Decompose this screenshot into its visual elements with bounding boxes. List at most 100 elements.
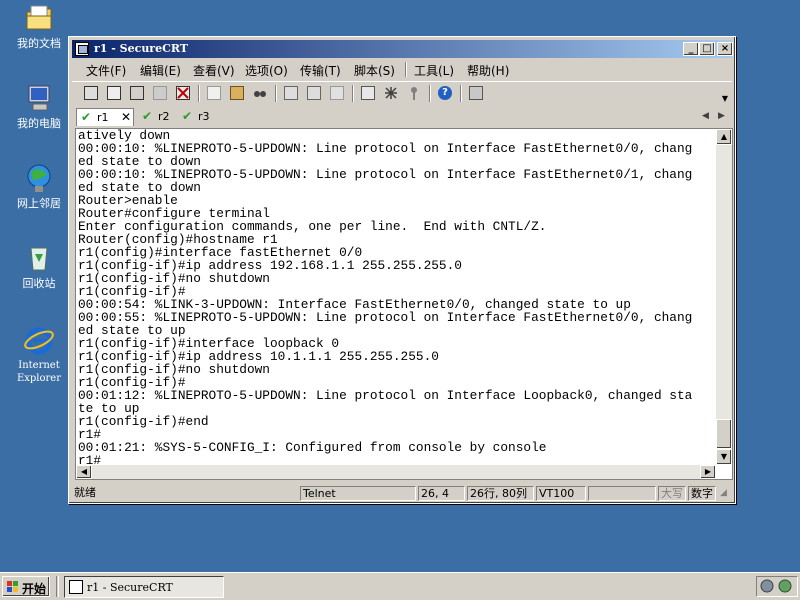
connect-icon[interactable]: [82, 84, 100, 102]
scroll-right-icon[interactable]: ▶: [700, 465, 716, 479]
app-icon: [75, 42, 89, 56]
desktop-icon-internet-explorer[interactable]: Internet Explorer: [8, 324, 70, 385]
menu-tools[interactable]: 工具(L): [414, 62, 454, 79]
resize-grip-icon[interactable]: ◢: [720, 488, 727, 498]
scroll-thumb[interactable]: [716, 419, 732, 449]
menu-options[interactable]: 选项(O): [245, 62, 288, 79]
network-icon: [23, 162, 55, 194]
toolbar-separator: [460, 85, 462, 102]
menu-help[interactable]: 帮助(H): [467, 62, 509, 79]
terminal-line: r1(config-if)#end: [78, 414, 209, 429]
tray-status-icon[interactable]: [778, 579, 792, 596]
close-button[interactable]: ×: [717, 42, 733, 56]
status-protocol: Telnet: [300, 486, 416, 501]
tab-r3[interactable]: ✔ r3: [178, 108, 218, 126]
help-icon[interactable]: ?: [436, 84, 454, 102]
desktop-icon-label: 回收站: [22, 277, 56, 290]
log-icon[interactable]: [467, 84, 485, 102]
securecrt-window: r1 - SecureCRT _ □ × 文件(F) 编辑(E) 查看(V) 选…: [68, 36, 736, 504]
reconnect-icon[interactable]: [151, 84, 169, 102]
paste-icon[interactable]: [228, 84, 246, 102]
session-tab-bar: ✔ r1 ✕ ✔ r2 ✔ r3 ◀ ▶: [72, 107, 732, 127]
quick-connect-icon[interactable]: [105, 84, 123, 102]
menu-edit[interactable]: 编辑(E): [140, 62, 181, 79]
tab-r1[interactable]: ✔ r1 ✕: [76, 108, 134, 126]
status-blank: [588, 486, 656, 501]
tab-scroll-right-icon[interactable]: ▶: [718, 111, 725, 121]
toolbar-separator: [352, 85, 354, 102]
toolbar-separator: [429, 85, 431, 102]
window-titlebar[interactable]: r1 - SecureCRT _ □ ×: [72, 40, 733, 58]
horizontal-scrollbar[interactable]: ◀ ▶: [76, 465, 716, 479]
desktop-icon-my-documents[interactable]: 我的文档: [8, 2, 70, 50]
global-options-icon[interactable]: [382, 84, 400, 102]
tab-label: r1: [97, 111, 109, 124]
maximize-button[interactable]: □: [699, 42, 715, 56]
toolbar-separator: [275, 85, 277, 102]
terminal-line: r1#: [78, 453, 102, 465]
scroll-left-icon[interactable]: ◀: [76, 465, 92, 479]
desktop-icon-label: 网上邻居: [17, 197, 61, 210]
desktop-icon-label: Internet Explorer: [16, 360, 62, 384]
minimize-button[interactable]: _: [683, 42, 699, 56]
recycle-bin-icon: [23, 242, 55, 274]
menu-transfer[interactable]: 传输(T): [300, 62, 341, 79]
terminal-line: 00:01:21: %SYS-5-CONFIG_I: Configured fr…: [78, 440, 547, 455]
status-terminal-size: 26行, 80列: [467, 486, 534, 501]
window-title: r1 - SecureCRT: [94, 42, 188, 55]
tray-network-icon[interactable]: [760, 579, 774, 596]
desktop-icon-my-computer[interactable]: 我的电脑: [8, 82, 70, 130]
find-icon[interactable]: [251, 84, 269, 102]
menu-file[interactable]: 文件(F): [86, 62, 126, 79]
status-num: 数字: [688, 486, 716, 501]
print-setup-icon[interactable]: [282, 84, 300, 102]
computer-icon: [23, 82, 55, 114]
copy-icon[interactable]: [205, 84, 223, 102]
disconnect-icon[interactable]: [174, 84, 192, 102]
status-bar: 就绪 Telnet 26, 4 26行, 80列 VT100 大写 数字 ◢: [72, 484, 732, 503]
scroll-up-icon[interactable]: ▲: [716, 129, 732, 145]
tab-label: r2: [158, 110, 170, 123]
start-label: 开始: [22, 582, 47, 596]
tab-close-icon[interactable]: ✕: [121, 110, 131, 124]
menu-script[interactable]: 脚本(S): [354, 62, 395, 79]
print-icon[interactable]: [328, 84, 346, 102]
app-icon: [69, 580, 83, 594]
folder-icon: [23, 2, 55, 34]
desktop-icon-label: 我的文档: [17, 37, 61, 50]
terminal-area[interactable]: atively down 00:00:10: %LINEPROTO-5-UPDOW…: [75, 128, 733, 480]
status-emulation: VT100: [536, 486, 586, 501]
taskbar-separator: [56, 576, 59, 597]
tab-scroll-left-icon[interactable]: ◀: [702, 111, 709, 121]
system-tray: [756, 576, 798, 597]
terminal-line: 00:01:12: %LINEPROTO-5-UPDOWN: Line prot…: [78, 388, 693, 403]
print-selection-icon[interactable]: [305, 84, 323, 102]
status-caps: 大写: [658, 486, 686, 501]
toolbar: ? ▼: [72, 81, 732, 106]
internet-explorer-icon: [23, 324, 55, 356]
desktop-icon-network[interactable]: 网上邻居: [8, 162, 70, 210]
session-options-icon[interactable]: [359, 84, 377, 102]
start-button[interactable]: 开始: [2, 576, 50, 597]
taskbar: 开始 r1 - SecureCRT: [0, 572, 800, 600]
vertical-scrollbar[interactable]: ▲ ▼: [716, 129, 732, 465]
menu-view[interactable]: 查看(V): [193, 62, 235, 79]
toolbar-overflow-icon[interactable]: ▼: [722, 94, 728, 103]
menu-bar: 文件(F) 编辑(E) 查看(V) 选项(O) 传输(T) 脚本(S) 工具(L…: [72, 59, 732, 79]
connect-in-tab-icon[interactable]: [128, 84, 146, 102]
desktop-icon-label: 我的电脑: [17, 117, 61, 130]
connected-check-icon: ✔: [81, 110, 92, 124]
status-ready: 就绪: [74, 486, 96, 499]
taskbar-button-securecrt[interactable]: r1 - SecureCRT: [64, 576, 224, 598]
connected-check-icon: ✔: [142, 109, 153, 123]
taskbar-button-label: r1 - SecureCRT: [87, 581, 173, 594]
status-cursor-position: 26, 4: [418, 486, 465, 501]
tab-r2[interactable]: ✔ r2: [138, 108, 178, 126]
scroll-down-icon[interactable]: ▼: [716, 449, 732, 465]
windows-logo-icon: [7, 581, 19, 592]
menu-separator: [405, 62, 407, 77]
desktop-icon-recycle-bin[interactable]: 回收站: [8, 242, 70, 290]
key-icon[interactable]: [405, 84, 423, 102]
terminal-output[interactable]: atively down 00:00:10: %LINEPROTO-5-UPDOW…: [78, 129, 716, 465]
toolbar-separator: [198, 85, 200, 102]
